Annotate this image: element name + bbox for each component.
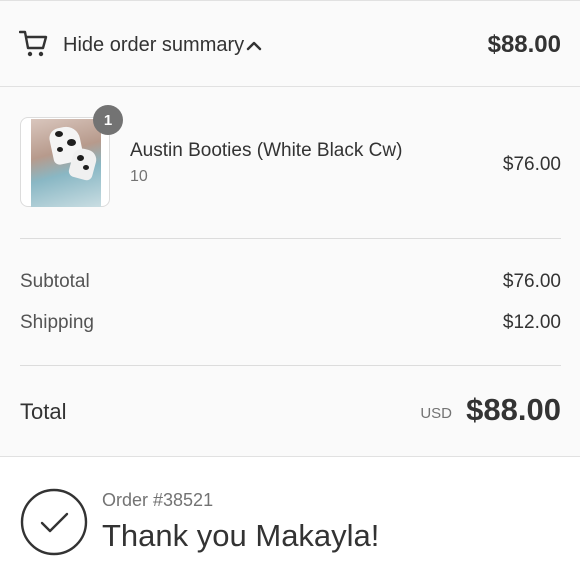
order-summary-toggle[interactable]: Hide order summary $88.00	[0, 1, 580, 87]
product-variant: 10	[130, 168, 148, 185]
line-item: 1 Austin Booties (White Black Cw) 10 $76…	[0, 88, 580, 238]
shipping-label: Shipping	[20, 312, 94, 333]
subtotal-value: $76.00	[502, 271, 561, 292]
order-confirmation: Order #38521 Thank you Makayla!	[0, 458, 580, 579]
divider	[20, 365, 561, 366]
order-summary-panel: Hide order summary $88.00 1 Austin Booti…	[0, 0, 580, 457]
toggle-summary-label[interactable]: Hide order summary	[63, 34, 244, 57]
order-number: Order #38521	[102, 490, 214, 510]
cart-icon	[19, 30, 48, 57]
product-price: $76.00	[502, 154, 561, 175]
subtotal-label: Subtotal	[20, 271, 90, 292]
total-currency: USD	[420, 405, 452, 422]
summary-total-price: $88.00	[487, 31, 561, 58]
check-circle-icon	[20, 488, 88, 556]
total-value: $88.00	[466, 392, 561, 427]
total-label: Total	[20, 399, 67, 424]
product-image	[31, 119, 101, 207]
chevron-up-icon[interactable]	[246, 39, 262, 51]
thank-you-heading: Thank you Makayla!	[102, 518, 380, 553]
divider	[20, 238, 561, 239]
shipping-value: $12.00	[502, 312, 561, 333]
quantity-badge: 1	[93, 105, 123, 135]
product-name: Austin Booties (White Black Cw)	[130, 140, 403, 161]
